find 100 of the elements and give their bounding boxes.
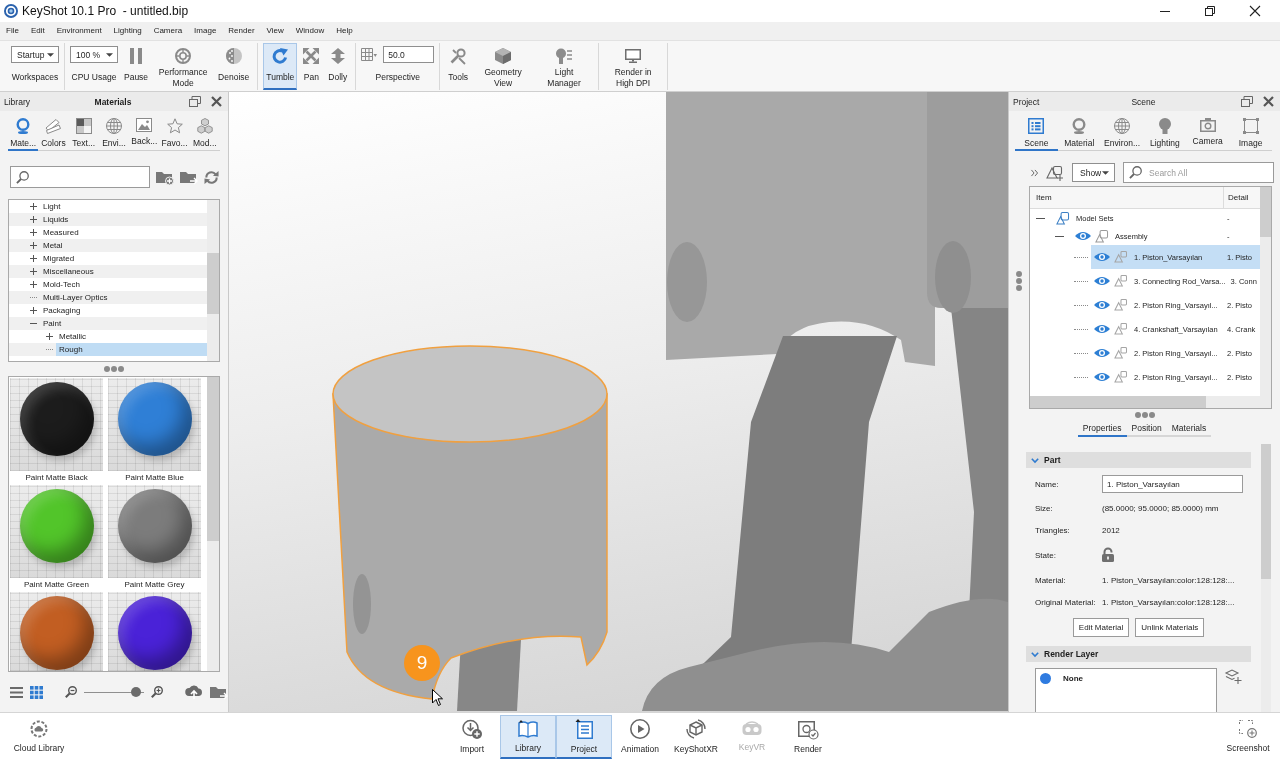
pan-button[interactable]: Pan <box>300 43 323 90</box>
tree-item[interactable]: Miscellaneous <box>40 265 97 278</box>
tree-item[interactable]: Liquids <box>40 213 72 226</box>
project-tab[interactable]: Environ... <box>1100 111 1144 151</box>
dolly-button[interactable]: Dolly <box>325 43 351 90</box>
tree-item[interactable]: Light <box>40 200 64 213</box>
float-window-icon[interactable] <box>189 96 201 107</box>
field-of-view-field[interactable]: 50.0 <box>383 46 435 63</box>
screenshot-button[interactable]: Screenshot <box>1220 714 1276 759</box>
expand-icon[interactable] <box>30 203 37 210</box>
eye-icon[interactable] <box>1094 324 1110 334</box>
expand-icon[interactable] <box>30 229 37 236</box>
name-field[interactable]: 1. Piston_Varsayılan <box>1102 475 1243 493</box>
eye-icon[interactable] <box>1075 231 1091 241</box>
add-layer-icon[interactable] <box>1225 668 1241 684</box>
column-header[interactable]: Item <box>1036 193 1052 202</box>
menu-item[interactable]: Lighting <box>107 22 148 40</box>
grip-dots-icon[interactable] <box>1016 271 1022 291</box>
expand-icon[interactable] <box>30 268 37 275</box>
tree-item[interactable]: Mold-Tech <box>40 278 83 291</box>
zoom-out-icon[interactable] <box>64 686 77 698</box>
thumbnail-backdrop[interactable] <box>108 485 201 578</box>
menu-item[interactable]: File <box>0 22 25 40</box>
folder-arrow-icon[interactable] <box>180 169 198 185</box>
scrollbar-track[interactable] <box>1261 444 1271 712</box>
project-tab[interactable]: Lighting <box>1143 111 1187 151</box>
section-header[interactable]: Part <box>1026 452 1251 468</box>
close-icon[interactable] <box>1263 96 1274 107</box>
scrollbar-track[interactable] <box>207 200 219 361</box>
expand-icon[interactable] <box>30 242 37 249</box>
scrollbar-track[interactable] <box>1260 187 1271 408</box>
float-window-icon[interactable] <box>1241 96 1253 107</box>
tree-item[interactable]: Migrated <box>40 252 78 265</box>
expand-icon[interactable] <box>30 255 37 262</box>
search-field[interactable] <box>10 166 150 188</box>
menu-item[interactable]: Environment <box>50 22 108 40</box>
unlocked-padlock-icon[interactable] <box>1102 548 1114 562</box>
scrollbar-track[interactable] <box>1030 396 1260 408</box>
library-tab[interactable]: Text... <box>68 111 99 151</box>
folder-plus-icon[interactable] <box>156 169 174 185</box>
show-dropdown[interactable]: Show <box>1072 163 1115 182</box>
menu-item[interactable]: Camera <box>147 22 189 40</box>
minimize-icon[interactable] <box>1160 10 1170 12</box>
geometry-view-button[interactable]: Geometry View <box>474 43 533 90</box>
eye-icon[interactable] <box>1094 372 1110 382</box>
menu-item[interactable]: Edit <box>24 22 51 40</box>
cpu-usage-dropdown[interactable]: 100 % <box>70 46 118 63</box>
tree-item[interactable]: Measured <box>40 226 82 239</box>
cloud-upload-icon[interactable] <box>185 684 203 700</box>
perspective-grid-icon[interactable] <box>361 48 378 61</box>
column-header[interactable]: Detail <box>1228 193 1249 202</box>
cloud-library-button[interactable]: Cloud Library <box>8 714 70 759</box>
tree-item[interactable]: Paint <box>40 317 65 330</box>
expand-icon[interactable] <box>46 333 53 340</box>
keyshotxr-button[interactable]: KeyShotXR <box>668 714 724 759</box>
menu-item[interactable]: Help <box>330 22 359 40</box>
double-chevron-icon[interactable] <box>1031 168 1038 177</box>
tree-item[interactable]: Metal <box>40 239 66 252</box>
add-shape-icon[interactable] <box>1046 164 1064 181</box>
library-tab[interactable]: Mate... <box>8 111 39 151</box>
library-tab[interactable]: Favo... <box>159 111 190 151</box>
unlink-materials-button[interactable]: Unlink Materials <box>1135 618 1205 637</box>
eye-icon[interactable] <box>1094 300 1110 310</box>
tree-item[interactable]: Rough <box>56 343 207 356</box>
thumbnail-backdrop[interactable] <box>108 378 201 471</box>
tree-item[interactable]: Packaging <box>40 304 84 317</box>
library-button[interactable]: Library <box>500 714 556 759</box>
project-button[interactable]: Project <box>556 714 612 759</box>
menu-item[interactable]: View <box>260 22 290 40</box>
light-manager-button[interactable]: Light Manager <box>535 43 594 90</box>
project-tab[interactable]: Image <box>1229 111 1272 151</box>
thumbnail-backdrop[interactable] <box>10 592 103 671</box>
high-dpi-render-button[interactable]: Render in High DPI <box>604 43 663 90</box>
grip-dots-icon[interactable] <box>104 366 124 372</box>
library-tab[interactable]: Mod... <box>189 111 220 151</box>
tree-item[interactable]: Multi-Layer Optics <box>40 291 111 304</box>
render-button[interactable]: Render <box>780 714 836 759</box>
grid-view-icon[interactable] <box>30 685 43 699</box>
menu-item[interactable]: Render <box>222 22 261 40</box>
eye-icon[interactable] <box>1094 252 1110 262</box>
project-tab[interactable]: Camera <box>1186 111 1230 151</box>
close-icon[interactable] <box>1250 6 1260 16</box>
thumbnail-backdrop[interactable] <box>10 485 103 578</box>
menu-item[interactable]: Image <box>188 22 223 40</box>
eye-icon[interactable] <box>1094 348 1110 358</box>
scrollbar-thumb[interactable] <box>1260 187 1271 237</box>
animation-button[interactable]: Animation <box>612 714 668 759</box>
properties-tab[interactable]: Materials <box>1166 421 1212 437</box>
tree-item[interactable]: Metallic <box>56 330 90 343</box>
layer-name[interactable]: None <box>1063 674 1083 683</box>
scrollbar-thumb[interactable] <box>207 253 219 314</box>
scrollbar-track[interactable] <box>207 377 219 671</box>
scrollbar-thumb[interactable] <box>1030 396 1206 408</box>
properties-tab[interactable]: Properties <box>1077 421 1127 437</box>
library-tab[interactable]: Envi... <box>98 111 130 151</box>
scrollbar-thumb[interactable] <box>1261 444 1271 579</box>
folder-arrow-icon[interactable] <box>210 684 228 700</box>
import-button[interactable]: Import <box>444 714 500 759</box>
project-tab[interactable]: Scene <box>1015 111 1058 151</box>
selected-piston-shape[interactable] <box>332 345 608 700</box>
